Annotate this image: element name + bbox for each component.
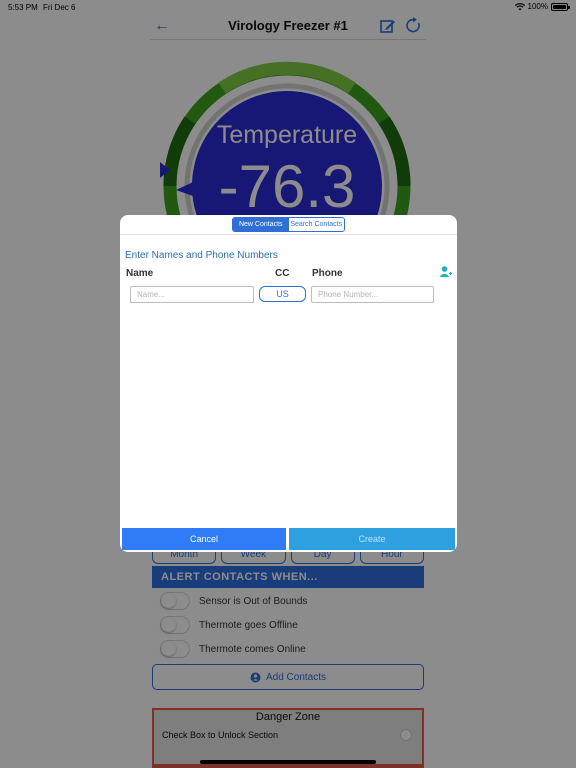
country-code-button[interactable]: US: [259, 286, 306, 302]
contacts-segmented-control: New Contacts Search Contacts: [232, 217, 345, 232]
tab-search-contacts[interactable]: Search Contacts: [288, 218, 344, 231]
home-indicator: [200, 760, 376, 764]
name-column-header: Name: [126, 268, 154, 279]
modal-divider: [120, 234, 457, 235]
instructions-text: Enter Names and Phone Numbers: [125, 250, 278, 261]
create-button[interactable]: Create: [289, 528, 455, 550]
add-contacts-modal: New Contacts Search Contacts Enter Names…: [120, 215, 457, 552]
cc-column-header: CC: [275, 268, 290, 279]
phone-input[interactable]: [311, 286, 434, 303]
contact-picker-icon[interactable]: [439, 265, 452, 278]
phone-column-header: Phone: [312, 268, 343, 279]
cancel-button[interactable]: Cancel: [122, 528, 286, 550]
name-input[interactable]: [130, 286, 254, 303]
tab-new-contacts[interactable]: New Contacts: [233, 218, 289, 231]
